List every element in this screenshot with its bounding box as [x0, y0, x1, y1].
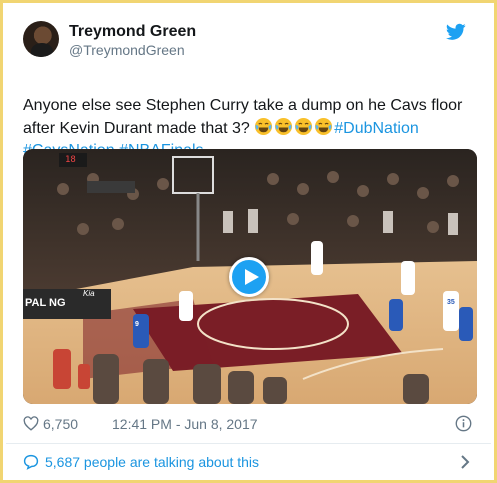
- tears-of-joy-emoji-icon: [275, 117, 293, 136]
- twitter-bird-icon[interactable]: [446, 23, 466, 41]
- play-button[interactable]: [229, 257, 269, 297]
- heart-icon[interactable]: [23, 416, 39, 431]
- tears-of-joy-emoji-icon: [255, 117, 273, 136]
- tweet-header: Treymond Green @TreymondGreen: [23, 21, 476, 61]
- tweet-meta: 6,750 12:41 PM - Jun 8, 2017: [23, 415, 474, 435]
- divider: [6, 443, 491, 444]
- user-handle[interactable]: @TreymondGreen: [69, 42, 185, 58]
- video-thumbnail[interactable]: 18 PAL NG Kia 9 35: [23, 149, 477, 404]
- like-count[interactable]: 6,750: [43, 416, 78, 432]
- tears-of-joy-emoji-icon: [295, 117, 313, 136]
- tweet-embed-card: Treymond Green @TreymondGreen Anyone els…: [0, 0, 497, 483]
- hashtag-dubnation[interactable]: #DubNation: [334, 120, 419, 137]
- display-name[interactable]: Treymond Green: [69, 23, 196, 41]
- conversation-link[interactable]: 5,687 people are talking about this: [23, 453, 474, 473]
- info-icon[interactable]: [455, 415, 472, 432]
- speech-bubble-icon: [23, 454, 39, 470]
- jersey-number: 35: [447, 299, 455, 306]
- court-signage: PAL NG: [25, 297, 66, 309]
- chevron-right-icon[interactable]: [460, 455, 470, 469]
- talking-count-label[interactable]: 5,687 people are talking about this: [45, 454, 259, 470]
- court-sponsor: Kia: [83, 289, 95, 298]
- avatar[interactable]: [23, 21, 59, 57]
- jersey-number: 9: [135, 321, 139, 328]
- tweet-timestamp[interactable]: 12:41 PM - Jun 8, 2017: [112, 416, 258, 432]
- tears-of-joy-emoji-icon: [315, 117, 333, 136]
- scoreboard: 18: [65, 155, 76, 165]
